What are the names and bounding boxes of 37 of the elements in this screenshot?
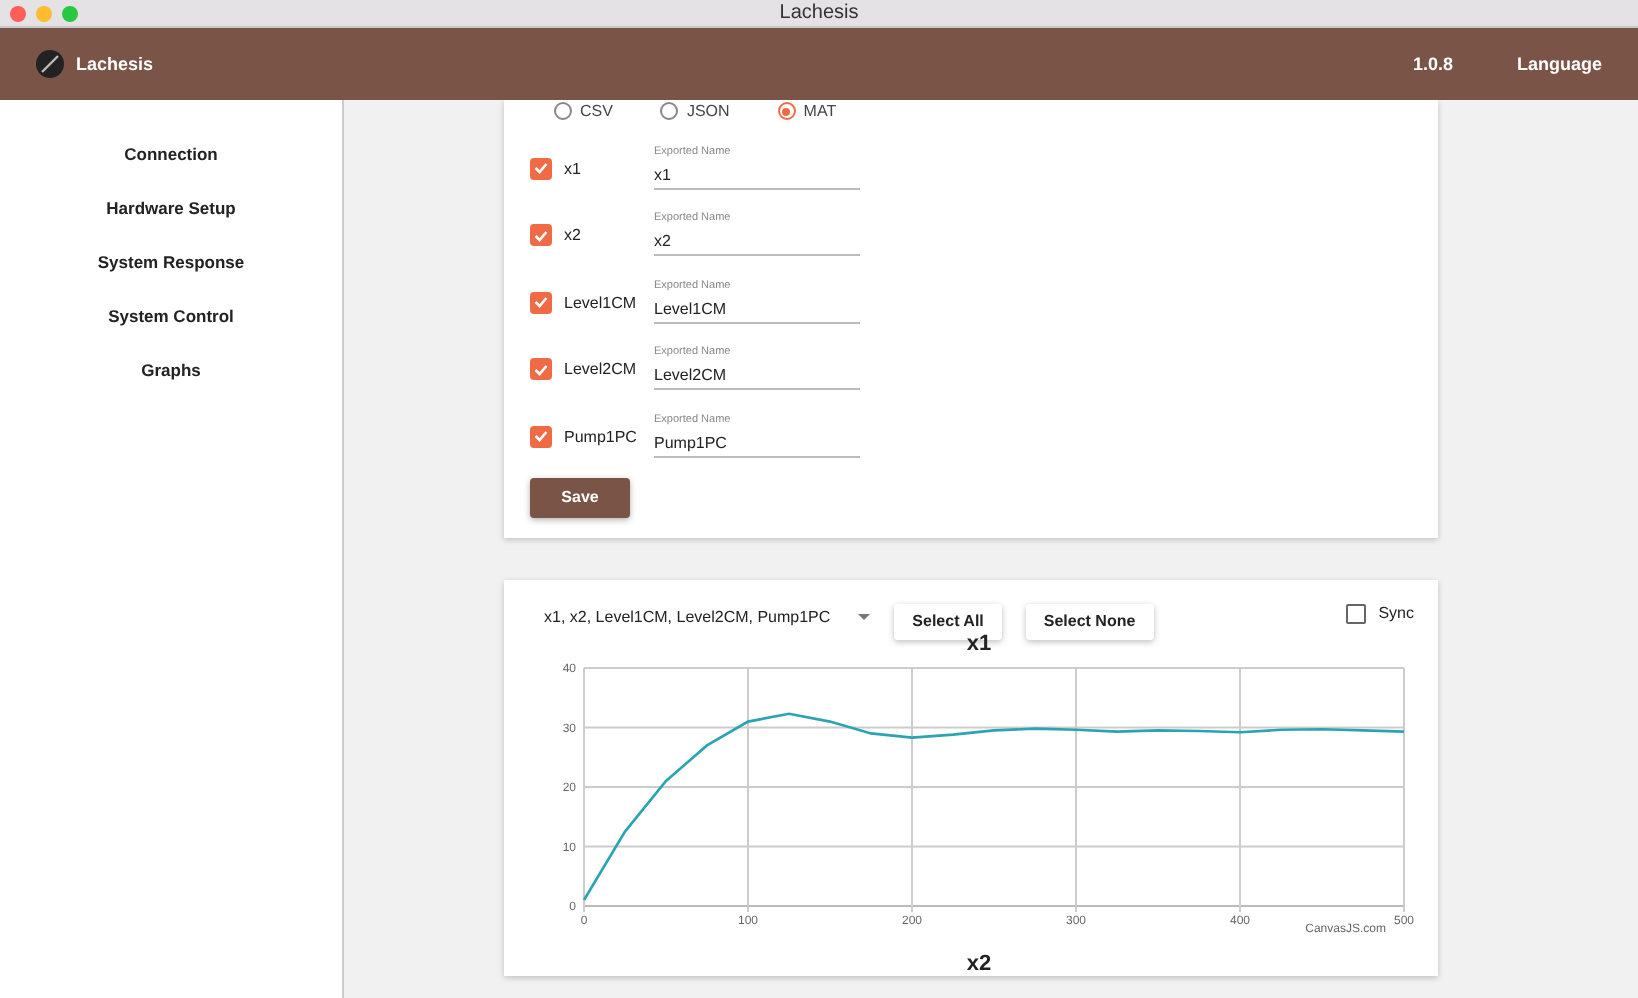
version-label: 1.0.8 [1412, 54, 1453, 74]
check-icon [534, 229, 548, 241]
format-radio[interactable]: CSV [554, 102, 613, 120]
check-icon [534, 162, 548, 174]
variable-label: Level1CM [564, 293, 639, 311]
variable-label: Pump1PC [564, 427, 639, 445]
variable-label: x1 [564, 159, 583, 177]
format-radio[interactable]: JSON [660, 102, 730, 120]
app-name: Lachesis [76, 54, 154, 74]
window-title: Lachesis [779, 2, 859, 24]
zoom-button[interactable] [62, 5, 78, 21]
checkbox[interactable] [530, 224, 552, 246]
format-radio[interactable]: MAT [777, 102, 837, 120]
sidebar-item[interactable]: Hardware Setup [106, 198, 236, 224]
sidebar-item[interactable]: Connection [124, 144, 218, 170]
sidebar-item[interactable]: System Response [97, 252, 245, 278]
checkbox[interactable] [530, 157, 552, 179]
save-button[interactable]: Save [530, 477, 630, 517]
sync-label: Sync [1378, 604, 1414, 622]
check-icon [534, 430, 548, 442]
check-icon [534, 296, 548, 308]
caret-icon [858, 613, 871, 621]
variable-label: Level2CM [564, 360, 639, 378]
series-dropdown[interactable]: x1, x2, Level1CM, Level2CM, Pump1PC [544, 607, 871, 625]
sidebar-item[interactable]: System Control [108, 306, 234, 332]
checkbox[interactable] [530, 291, 552, 313]
variable-label: x2 [564, 226, 583, 244]
app-logo-icon [36, 50, 64, 78]
select-none-button[interactable]: Select None [1025, 603, 1154, 639]
checkbox[interactable] [530, 425, 552, 447]
sync-checkbox[interactable] [1346, 603, 1367, 623]
check-icon [534, 363, 548, 375]
sidebar-item[interactable]: Graphs [141, 360, 201, 386]
chart-title: x2 [964, 951, 994, 975]
language-menu[interactable]: Language [1516, 54, 1602, 74]
close-button[interactable] [10, 5, 26, 21]
checkbox[interactable] [530, 358, 552, 380]
